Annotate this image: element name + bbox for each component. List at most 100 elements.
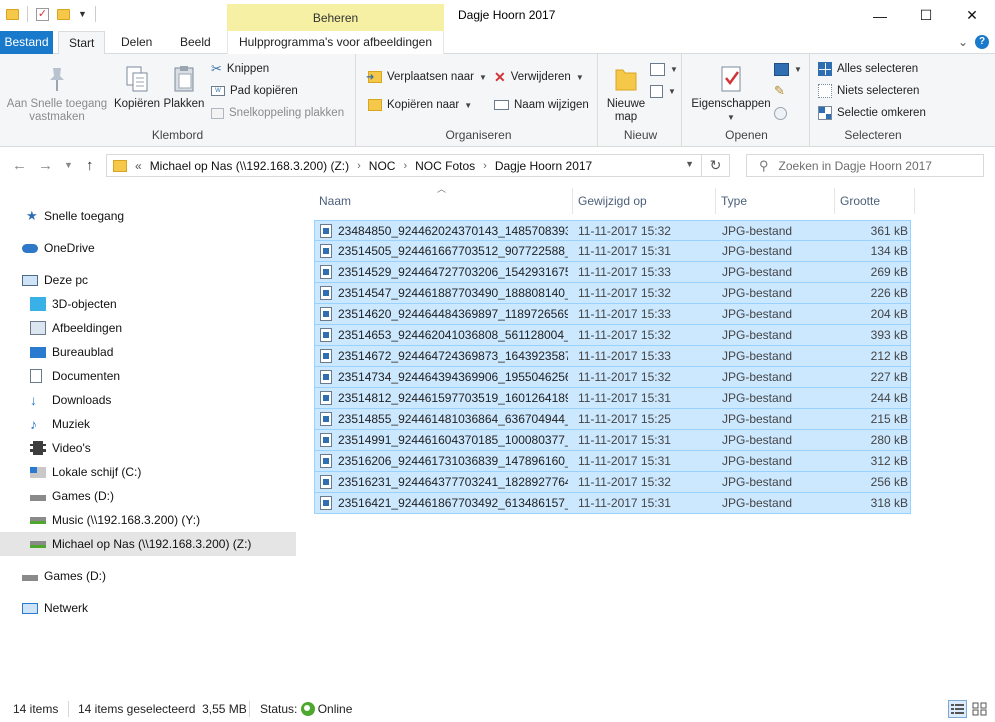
new-folder-icon[interactable] bbox=[57, 8, 70, 20]
nav-item-music[interactable]: ♪ Muziek bbox=[0, 412, 296, 436]
tab-start[interactable]: Start bbox=[58, 31, 106, 55]
column-header-name[interactable]: Naam bbox=[314, 188, 573, 214]
nav-item-pictures[interactable]: Afbeeldingen bbox=[0, 316, 296, 340]
file-row[interactable]: 23516421_924461867703492_613486157_o....… bbox=[314, 493, 911, 514]
nav-item-3d-objects[interactable]: 3D-objecten bbox=[0, 292, 296, 316]
nav-item-onedrive[interactable]: OneDrive bbox=[0, 236, 296, 260]
breadcrumb-noc[interactable]: NOC bbox=[369, 159, 396, 173]
cut-button[interactable]: ✂ Knippen bbox=[211, 60, 269, 78]
file-row[interactable]: 23514505_924461667703512_907722588_o....… bbox=[314, 241, 911, 262]
breadcrumb-current[interactable]: Dagje Hoorn 2017 bbox=[495, 159, 592, 173]
column-header-size[interactable]: Grootte bbox=[835, 188, 915, 214]
paste-shortcut-button[interactable]: Snelkoppeling plakken bbox=[211, 104, 344, 122]
pin-to-quick-access-button[interactable]: Aan Snelle toegang vastmaken bbox=[4, 64, 110, 124]
easy-access-button[interactable]: ▼ bbox=[650, 82, 676, 100]
nav-item-documents[interactable]: Documenten bbox=[0, 364, 296, 388]
file-name: 23516231_924464377703241_1828927764_... bbox=[338, 475, 568, 489]
file-type: JPG-bestand bbox=[722, 265, 793, 279]
file-row[interactable]: 23516206_924461731036839_147896160_o....… bbox=[314, 451, 911, 472]
copy-button[interactable]: Kopiëren bbox=[112, 64, 162, 111]
nav-item-this-pc[interactable]: Deze pc bbox=[0, 268, 296, 292]
file-type: JPG-bestand bbox=[722, 391, 793, 405]
file-size: 134 kB bbox=[870, 244, 908, 258]
nav-item-music-y[interactable]: Music (\\192.168.3.200) (Y:) bbox=[0, 508, 296, 532]
address-bar[interactable]: « Michael op Nas (\\192.168.3.200) (Z:) … bbox=[106, 154, 702, 177]
new-item-button[interactable]: ▼ bbox=[650, 60, 678, 78]
help-icon[interactable]: ? bbox=[975, 35, 989, 49]
rename-button[interactable]: Naam wijzigen bbox=[494, 96, 589, 114]
nav-item-network[interactable]: Netwerk bbox=[0, 596, 296, 620]
file-row[interactable]: 23514547_924461887703490_188808140_o....… bbox=[314, 283, 911, 304]
file-row[interactable]: 23514672_924464724369873_1643923587_... 1… bbox=[314, 346, 911, 367]
properties-button[interactable]: Eigenschappen ▼ bbox=[690, 64, 772, 124]
maximize-button[interactable]: ☐ bbox=[903, 0, 949, 31]
nav-item-games-d[interactable]: Games (D:) bbox=[0, 484, 296, 508]
file-row[interactable]: 23514529_924464727703206_1542931675_... 1… bbox=[314, 262, 911, 283]
back-arrow-icon[interactable]: ← bbox=[12, 157, 27, 174]
nav-item-downloads[interactable]: ↓ Downloads bbox=[0, 388, 296, 412]
copy-to-button[interactable]: Kopiëren naar ▼ bbox=[368, 96, 472, 114]
nav-item-michael-op-nas-z[interactable]: Michael op Nas (\\192.168.3.200) (Z:) bbox=[0, 532, 296, 556]
file-size: 361 kB bbox=[870, 224, 908, 238]
network-drive-icon bbox=[30, 516, 46, 524]
up-arrow-icon[interactable]: ↑ bbox=[86, 157, 94, 174]
file-row[interactable]: 23484850_924462024370143_1485708393_... 1… bbox=[314, 220, 911, 241]
nav-item-local-disk-c[interactable]: Lokale schijf (C:) bbox=[0, 460, 296, 484]
edit-button[interactable]: ✎ bbox=[774, 82, 785, 100]
large-icons-view-button[interactable] bbox=[970, 700, 989, 718]
refresh-icon[interactable]: ↻ bbox=[702, 154, 730, 177]
tab-picture-tools[interactable]: Hulpprogramma's voor afbeeldingen bbox=[227, 31, 444, 54]
item-count: 14 items bbox=[13, 702, 59, 716]
nav-item-label: Deze pc bbox=[44, 273, 89, 287]
breadcrumb-separator[interactable]: › bbox=[357, 160, 361, 172]
folder-icon[interactable] bbox=[6, 8, 19, 20]
file-row[interactable]: 23514620_924464484369897_1189726569_... 1… bbox=[314, 304, 911, 325]
properties-icon bbox=[721, 66, 741, 92]
breadcrumb-separator[interactable]: › bbox=[483, 160, 487, 172]
select-none-button[interactable]: Niets selecteren bbox=[818, 82, 919, 100]
select-all-button[interactable]: Alles selecteren bbox=[818, 60, 918, 78]
minimize-button[interactable]: — bbox=[857, 0, 903, 31]
file-row[interactable]: 23514734_924464394369906_1955046256_... 1… bbox=[314, 367, 911, 388]
expand-ribbon-icon[interactable]: ⌄ bbox=[958, 35, 968, 49]
open-button[interactable]: ▼ bbox=[774, 60, 802, 78]
history-button[interactable] bbox=[774, 104, 787, 122]
breadcrumb-separator[interactable]: › bbox=[403, 160, 407, 172]
forward-arrow-icon[interactable]: → bbox=[38, 157, 53, 174]
tab-share[interactable]: Delen bbox=[111, 31, 162, 54]
file-row[interactable]: 23514653_924462041036808_561128004_o....… bbox=[314, 325, 911, 346]
paste-button[interactable]: Plakken bbox=[162, 64, 206, 111]
address-overflow[interactable]: « bbox=[135, 159, 142, 173]
file-row[interactable]: 23516231_924464377703241_1828927764_... 1… bbox=[314, 472, 911, 493]
select-all-icon bbox=[818, 62, 832, 76]
jpg-file-icon bbox=[320, 307, 332, 321]
file-row[interactable]: 23514812_924461597703519_1601264189_... 1… bbox=[314, 388, 911, 409]
breadcrumb-noc-fotos[interactable]: NOC Fotos bbox=[415, 159, 475, 173]
close-button[interactable]: ✕ bbox=[949, 0, 995, 31]
nav-item-videos[interactable]: Video's bbox=[0, 436, 296, 460]
tab-file[interactable]: Bestand bbox=[0, 31, 53, 54]
customize-qat-caret-icon[interactable]: ▼ bbox=[78, 9, 87, 19]
column-header-type[interactable]: Type bbox=[716, 188, 835, 214]
recent-locations-caret-icon[interactable]: ▼ bbox=[64, 160, 73, 170]
jpg-file-icon bbox=[320, 286, 332, 300]
new-folder-button[interactable]: Nieuwe map bbox=[602, 64, 650, 124]
delete-button[interactable]: ✕ Verwijderen ▼ bbox=[494, 68, 584, 86]
nav-item-desktop[interactable]: Bureaublad bbox=[0, 340, 296, 364]
tab-view[interactable]: Beeld bbox=[170, 31, 221, 54]
breadcrumb-drive[interactable]: Michael op Nas (\\192.168.3.200) (Z:) bbox=[150, 159, 349, 173]
network-icon bbox=[22, 602, 38, 614]
copy-path-button[interactable]: W Pad kopiëren bbox=[211, 82, 298, 100]
move-to-button[interactable]: ➜ Verplaatsen naar ▼ bbox=[366, 68, 487, 86]
invert-selection-button[interactable]: Selectie omkeren bbox=[818, 104, 926, 122]
address-dropdown-icon[interactable]: ▼ bbox=[685, 159, 694, 169]
file-row[interactable]: 23514855_924461481036864_636704944_o....… bbox=[314, 409, 911, 430]
search-input[interactable]: ⚲ Zoeken in Dagje Hoorn 2017 bbox=[746, 154, 984, 177]
properties-check-icon[interactable]: ✓ bbox=[36, 7, 49, 21]
nav-item-games-d-2[interactable]: Games (D:) bbox=[0, 564, 296, 588]
details-view-button[interactable] bbox=[948, 700, 967, 718]
file-type: JPG-bestand bbox=[722, 454, 793, 468]
column-header-modified[interactable]: Gewijzigd op bbox=[573, 188, 716, 214]
file-row[interactable]: 23514991_924461604370185_100080377_o....… bbox=[314, 430, 911, 451]
nav-item-quick-access[interactable]: ★ Snelle toegang bbox=[0, 204, 296, 228]
